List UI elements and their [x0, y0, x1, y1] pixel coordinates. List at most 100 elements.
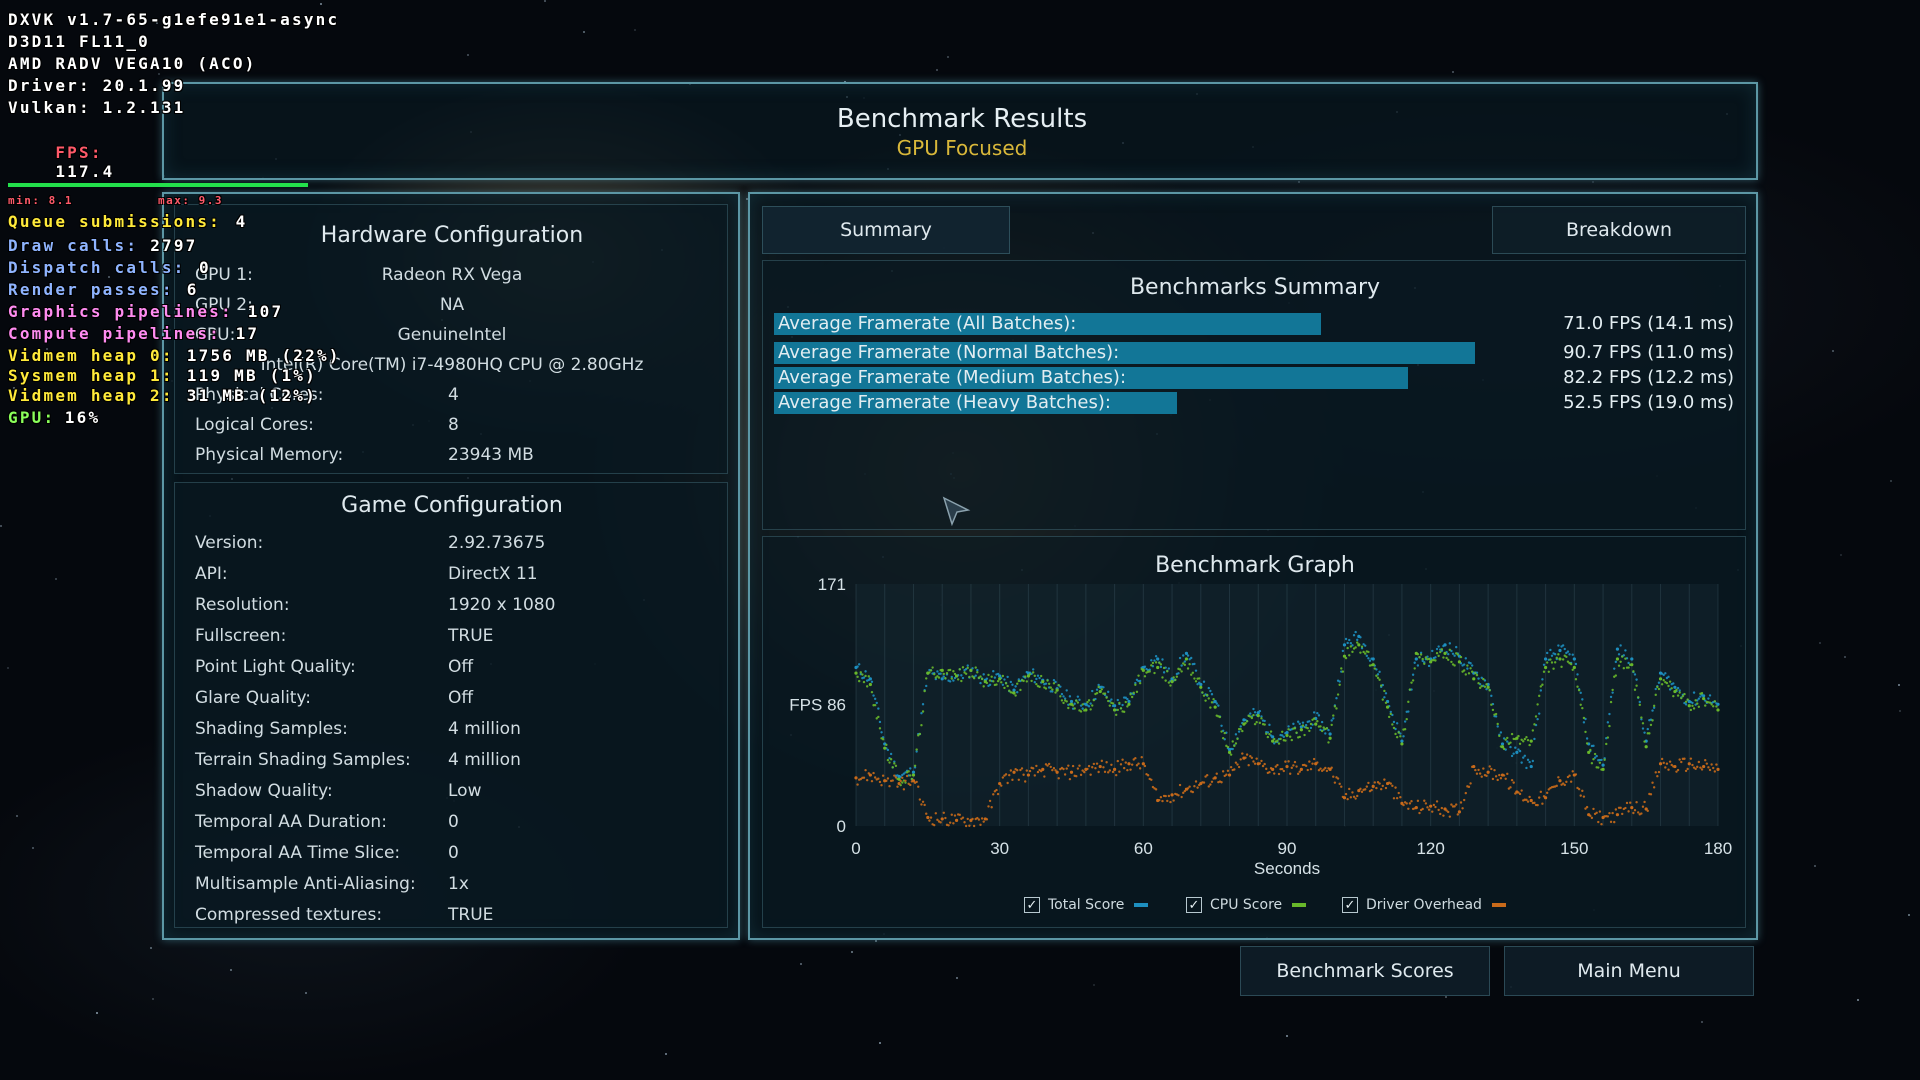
data-point: [968, 675, 971, 679]
data-point: [886, 748, 890, 752]
data-point: [1635, 801, 1638, 804]
data-point: [963, 821, 966, 824]
data-point: [1075, 699, 1078, 702]
data-point: [1485, 774, 1488, 778]
data-point: [960, 679, 963, 683]
data-point: [1186, 667, 1190, 670]
data-point: [1657, 770, 1661, 774]
data-point: [1648, 732, 1651, 735]
data-point: [1335, 707, 1338, 710]
data-point: [1065, 700, 1068, 703]
data-point: [988, 679, 992, 682]
data-point: [1632, 670, 1635, 673]
data-point: [1640, 716, 1643, 719]
star: [1840, 554, 1842, 556]
data-point: [1016, 691, 1019, 694]
data-point: [1284, 739, 1287, 742]
data-point: [1223, 731, 1226, 735]
summary-bar-value: 90.7 FPS (11.0 ms): [1563, 342, 1734, 363]
data-point: [904, 779, 907, 782]
data-point: [1601, 767, 1605, 771]
data-point: [1447, 652, 1450, 656]
legend-item[interactable]: ✓ Driver Overhead: [1342, 897, 1506, 913]
benchmark-scores-button[interactable]: Benchmark Scores: [1240, 946, 1490, 996]
data-point: [1684, 769, 1688, 773]
data-point: [1410, 800, 1413, 803]
data-point: [1421, 807, 1424, 811]
data-point: [1609, 700, 1613, 704]
legend-item[interactable]: ✓ Total Score: [1024, 897, 1149, 913]
game-value: 0: [448, 812, 459, 832]
data-point: [1498, 734, 1501, 738]
data-point: [1030, 679, 1033, 683]
data-point: [1180, 670, 1183, 673]
data-point: [1668, 760, 1672, 763]
data-point: [925, 812, 928, 815]
checkbox-icon[interactable]: ✓: [1342, 897, 1358, 913]
star: [800, 963, 802, 965]
data-point: [1571, 653, 1574, 656]
data-point: [1477, 682, 1480, 685]
data-point: [1469, 667, 1472, 670]
data-point: [1491, 777, 1495, 781]
data-point: [1177, 794, 1180, 797]
tab-breakdown[interactable]: Breakdown: [1492, 206, 1746, 254]
data-point: [1504, 777, 1507, 780]
legend-item[interactable]: ✓ CPU Score: [1186, 897, 1307, 913]
hud-stat-value: 2797: [150, 236, 198, 255]
data-point: [1207, 697, 1210, 700]
data-point: [1210, 780, 1214, 783]
data-point: [1555, 784, 1558, 788]
data-point: [1348, 787, 1351, 791]
data-point: [1087, 705, 1091, 708]
data-point: [1381, 698, 1384, 701]
data-point: [1609, 695, 1613, 699]
checkbox-icon[interactable]: ✓: [1024, 897, 1040, 913]
data-point: [1667, 684, 1670, 688]
data-point: [1488, 689, 1491, 692]
data-point: [1017, 679, 1021, 683]
data-point: [1282, 735, 1286, 739]
data-point: [1402, 735, 1405, 738]
data-point: [1073, 707, 1076, 710]
data-point: [1221, 736, 1225, 740]
data-point: [1296, 720, 1300, 723]
data-point: [1316, 711, 1319, 715]
data-point: [1138, 681, 1142, 685]
data-point: [1590, 816, 1594, 820]
tab-summary[interactable]: Summary: [762, 206, 1010, 254]
hud-max: max: 9.3: [158, 194, 223, 207]
data-point: [1421, 657, 1424, 661]
data-point: [1205, 773, 1209, 777]
data-point: [1633, 809, 1637, 812]
checkbox-icon[interactable]: ✓: [1186, 897, 1202, 913]
data-point: [902, 788, 906, 791]
data-point: [948, 680, 952, 683]
game-value: TRUE: [448, 905, 494, 925]
data-point: [1571, 770, 1574, 773]
data-point: [1644, 745, 1648, 749]
data-point: [1423, 662, 1426, 665]
data-point: [1640, 812, 1643, 815]
data-point: [917, 785, 920, 788]
data-point: [1167, 681, 1171, 684]
data-point: [1127, 699, 1131, 704]
data-point: [1667, 768, 1670, 771]
game-label: Point Light Quality:: [195, 657, 356, 677]
game-label: Fullscreen:: [195, 626, 287, 646]
star: [583, 31, 585, 33]
data-point: [1182, 654, 1185, 657]
main-menu-button[interactable]: Main Menu: [1504, 946, 1754, 996]
data-point: [1241, 729, 1244, 733]
data-point: [1652, 786, 1656, 789]
data-point: [1078, 698, 1081, 702]
data-point: [909, 774, 912, 777]
data-point: [1568, 653, 1571, 656]
game-value: 1x: [448, 874, 469, 894]
data-point: [1405, 717, 1408, 721]
data-point: [1716, 767, 1720, 771]
data-point: [1006, 675, 1009, 679]
data-point: [1328, 736, 1332, 740]
data-point: [1643, 740, 1646, 743]
data-point: [1277, 772, 1281, 776]
